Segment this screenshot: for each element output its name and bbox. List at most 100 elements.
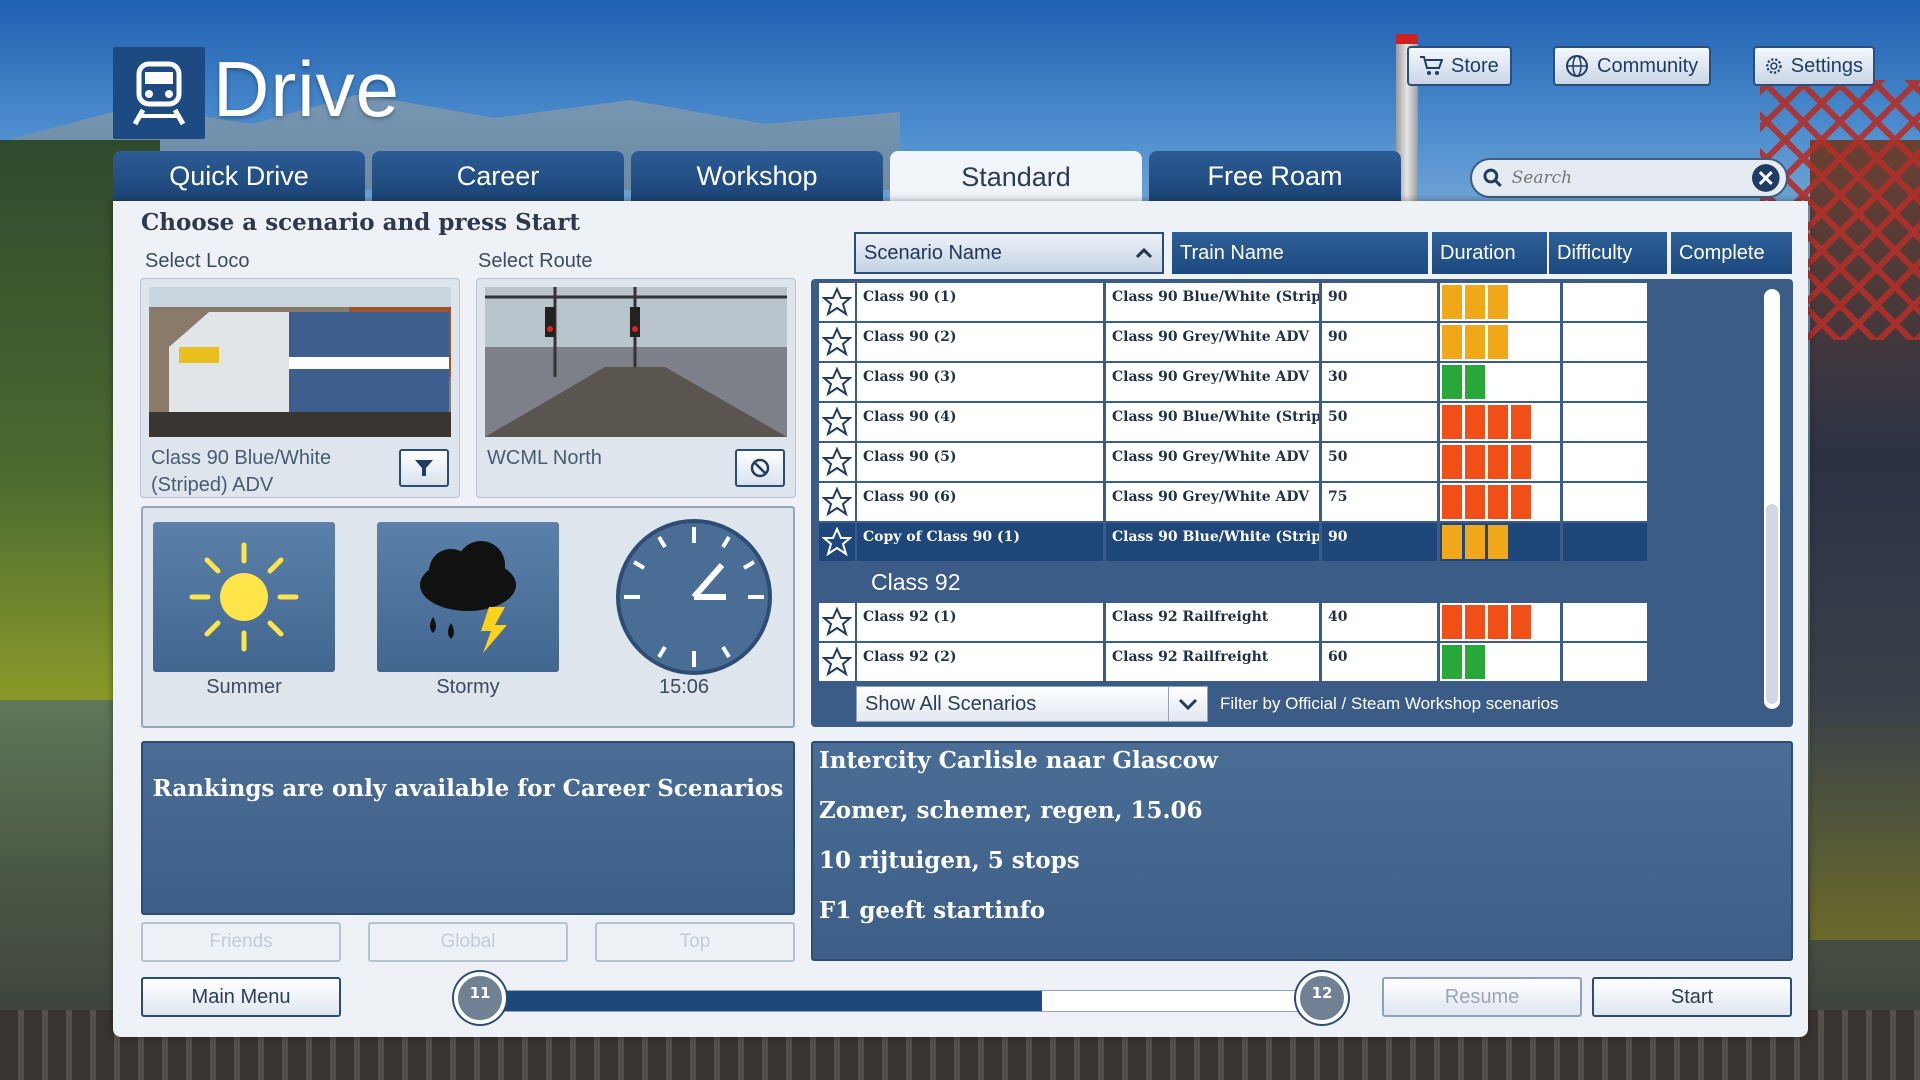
duration-cell: 90 bbox=[1322, 523, 1437, 561]
tab-quick-drive[interactable]: Quick Drive bbox=[113, 151, 365, 201]
scenario-description: Intercity Carlisle naar Glascow Zomer, s… bbox=[811, 741, 1793, 961]
difficulty-bar bbox=[1465, 525, 1485, 559]
chevron-down-icon bbox=[1178, 698, 1198, 711]
train-name-cell: Class 90 Grey/White ADV bbox=[1106, 443, 1319, 481]
current-level-badge: 11 bbox=[454, 972, 506, 1024]
tab-career[interactable]: Career bbox=[372, 151, 624, 201]
search-box bbox=[1470, 158, 1788, 198]
group-header: Class 92 bbox=[871, 569, 961, 595]
scenario-name-cell: Class 90 (6) bbox=[857, 483, 1103, 521]
top-button[interactable]: Top bbox=[595, 922, 795, 962]
complete-cell bbox=[1563, 483, 1647, 521]
header-train-name[interactable]: Train Name bbox=[1172, 232, 1428, 274]
table-scrollbar[interactable] bbox=[1764, 289, 1780, 709]
difficulty-bar bbox=[1442, 485, 1462, 519]
store-label: Store bbox=[1451, 54, 1499, 77]
tab-workshop[interactable]: Workshop bbox=[631, 151, 883, 201]
community-button[interactable]: Community bbox=[1553, 46, 1711, 86]
scenario-name-cell: Copy of Class 90 (1) bbox=[857, 523, 1103, 561]
loco-filter-button[interactable] bbox=[399, 449, 449, 487]
time-tile[interactable] bbox=[603, 519, 785, 675]
tab-standard[interactable]: Standard bbox=[890, 151, 1142, 203]
difficulty-cell bbox=[1440, 323, 1560, 361]
weather-tile[interactable] bbox=[377, 522, 559, 672]
global-button[interactable]: Global bbox=[368, 922, 568, 962]
scenario-name-cell: Class 92 (1) bbox=[857, 603, 1103, 641]
xp-progress-bar bbox=[482, 990, 1306, 1012]
filter-note: Filter by Official / Steam Workshop scen… bbox=[1220, 694, 1559, 713]
description-line: 10 rijtuigen, 5 stops bbox=[819, 847, 1080, 874]
season-label: Summer bbox=[206, 676, 282, 698]
settings-button[interactable]: Settings bbox=[1753, 46, 1875, 86]
header-scenario-label: Scenario Name bbox=[864, 241, 1002, 264]
favorite-star-icon[interactable] bbox=[819, 523, 855, 561]
sun-icon bbox=[189, 542, 299, 652]
train-name-cell: Class 90 Blue/White (Striped) ADV bbox=[1106, 403, 1319, 441]
description-line: Zomer, schemer, regen, 15.06 bbox=[819, 797, 1203, 824]
complete-cell bbox=[1563, 403, 1647, 441]
loco-card[interactable]: Class 90 Blue/White (Striped) ADV bbox=[140, 278, 460, 498]
difficulty-bar bbox=[1511, 445, 1531, 479]
header-scenario-name[interactable]: Scenario Name bbox=[854, 232, 1164, 274]
favorite-star-icon[interactable] bbox=[819, 603, 855, 641]
header-duration[interactable]: Duration bbox=[1432, 232, 1547, 274]
season-tile[interactable] bbox=[153, 522, 335, 672]
filter-dropdown-toggle[interactable] bbox=[1168, 687, 1207, 721]
favorite-star-icon[interactable] bbox=[819, 363, 855, 401]
start-button[interactable]: Start bbox=[1592, 977, 1792, 1017]
friends-button[interactable]: Friends bbox=[141, 922, 341, 962]
next-level-badge: 12 bbox=[1296, 972, 1348, 1024]
difficulty-bar bbox=[1511, 405, 1531, 439]
favorite-star-icon[interactable] bbox=[819, 283, 855, 321]
tab-free-roam[interactable]: Free Roam bbox=[1149, 151, 1401, 201]
difficulty-bar bbox=[1442, 365, 1462, 399]
store-button[interactable]: Store bbox=[1407, 46, 1512, 86]
difficulty-bar bbox=[1442, 405, 1462, 439]
difficulty-cell bbox=[1440, 283, 1560, 321]
train-name-cell: Class 90 Grey/White ADV bbox=[1106, 483, 1319, 521]
favorite-star-icon[interactable] bbox=[819, 443, 855, 481]
main-menu-button[interactable]: Main Menu bbox=[141, 977, 341, 1017]
scenario-filter-select[interactable]: Show All Scenarios bbox=[856, 686, 1208, 722]
header-complete[interactable]: Complete bbox=[1671, 232, 1792, 274]
instructions-text: Choose a scenario and press Start bbox=[141, 209, 580, 236]
community-label: Community bbox=[1597, 54, 1699, 77]
favorite-star-icon[interactable] bbox=[819, 483, 855, 521]
search-input[interactable] bbox=[1509, 167, 1751, 189]
difficulty-bar bbox=[1465, 445, 1485, 479]
loco-name: Class 90 Blue/White (Striped) ADV bbox=[151, 447, 332, 496]
complete-cell bbox=[1563, 363, 1647, 401]
train-name-cell: Class 90 Blue/White (Striped) ADV bbox=[1106, 283, 1319, 321]
app-title: Drive bbox=[213, 45, 401, 133]
difficulty-bar bbox=[1442, 525, 1462, 559]
loco-thumbnail bbox=[149, 287, 451, 437]
difficulty-bar bbox=[1488, 525, 1508, 559]
duration-cell: 75 bbox=[1322, 483, 1437, 521]
difficulty-cell bbox=[1440, 483, 1560, 521]
scenario-name-cell: Class 92 (2) bbox=[857, 643, 1103, 681]
difficulty-cell bbox=[1440, 403, 1560, 441]
duration-cell: 50 bbox=[1322, 443, 1437, 481]
clear-search-icon[interactable] bbox=[1750, 162, 1782, 194]
difficulty-cell bbox=[1440, 603, 1560, 641]
difficulty-cell bbox=[1440, 523, 1560, 561]
route-clear-button[interactable] bbox=[735, 449, 785, 487]
difficulty-bar bbox=[1465, 605, 1485, 639]
globe-icon bbox=[1566, 55, 1588, 77]
favorite-star-icon[interactable] bbox=[819, 403, 855, 441]
resume-button[interactable]: Resume bbox=[1382, 977, 1582, 1017]
scenario-name-cell: Class 90 (5) bbox=[857, 443, 1103, 481]
scenario-table: Class 90 (1)Class 90 Blue/White (Striped… bbox=[811, 279, 1793, 727]
favorite-star-icon[interactable] bbox=[819, 323, 855, 361]
favorite-star-icon[interactable] bbox=[819, 643, 855, 681]
time-label: 15:06 bbox=[658, 676, 710, 698]
duration-cell: 50 bbox=[1322, 403, 1437, 441]
difficulty-bar bbox=[1488, 325, 1508, 359]
duration-cell: 90 bbox=[1322, 283, 1437, 321]
gear-icon bbox=[1766, 58, 1782, 74]
header-difficulty[interactable]: Difficulty bbox=[1549, 232, 1667, 274]
filter-icon bbox=[415, 460, 433, 476]
scrollbar-thumb[interactable] bbox=[1766, 504, 1778, 704]
cart-icon bbox=[1420, 56, 1443, 75]
route-card[interactable]: WCML North bbox=[476, 278, 796, 498]
